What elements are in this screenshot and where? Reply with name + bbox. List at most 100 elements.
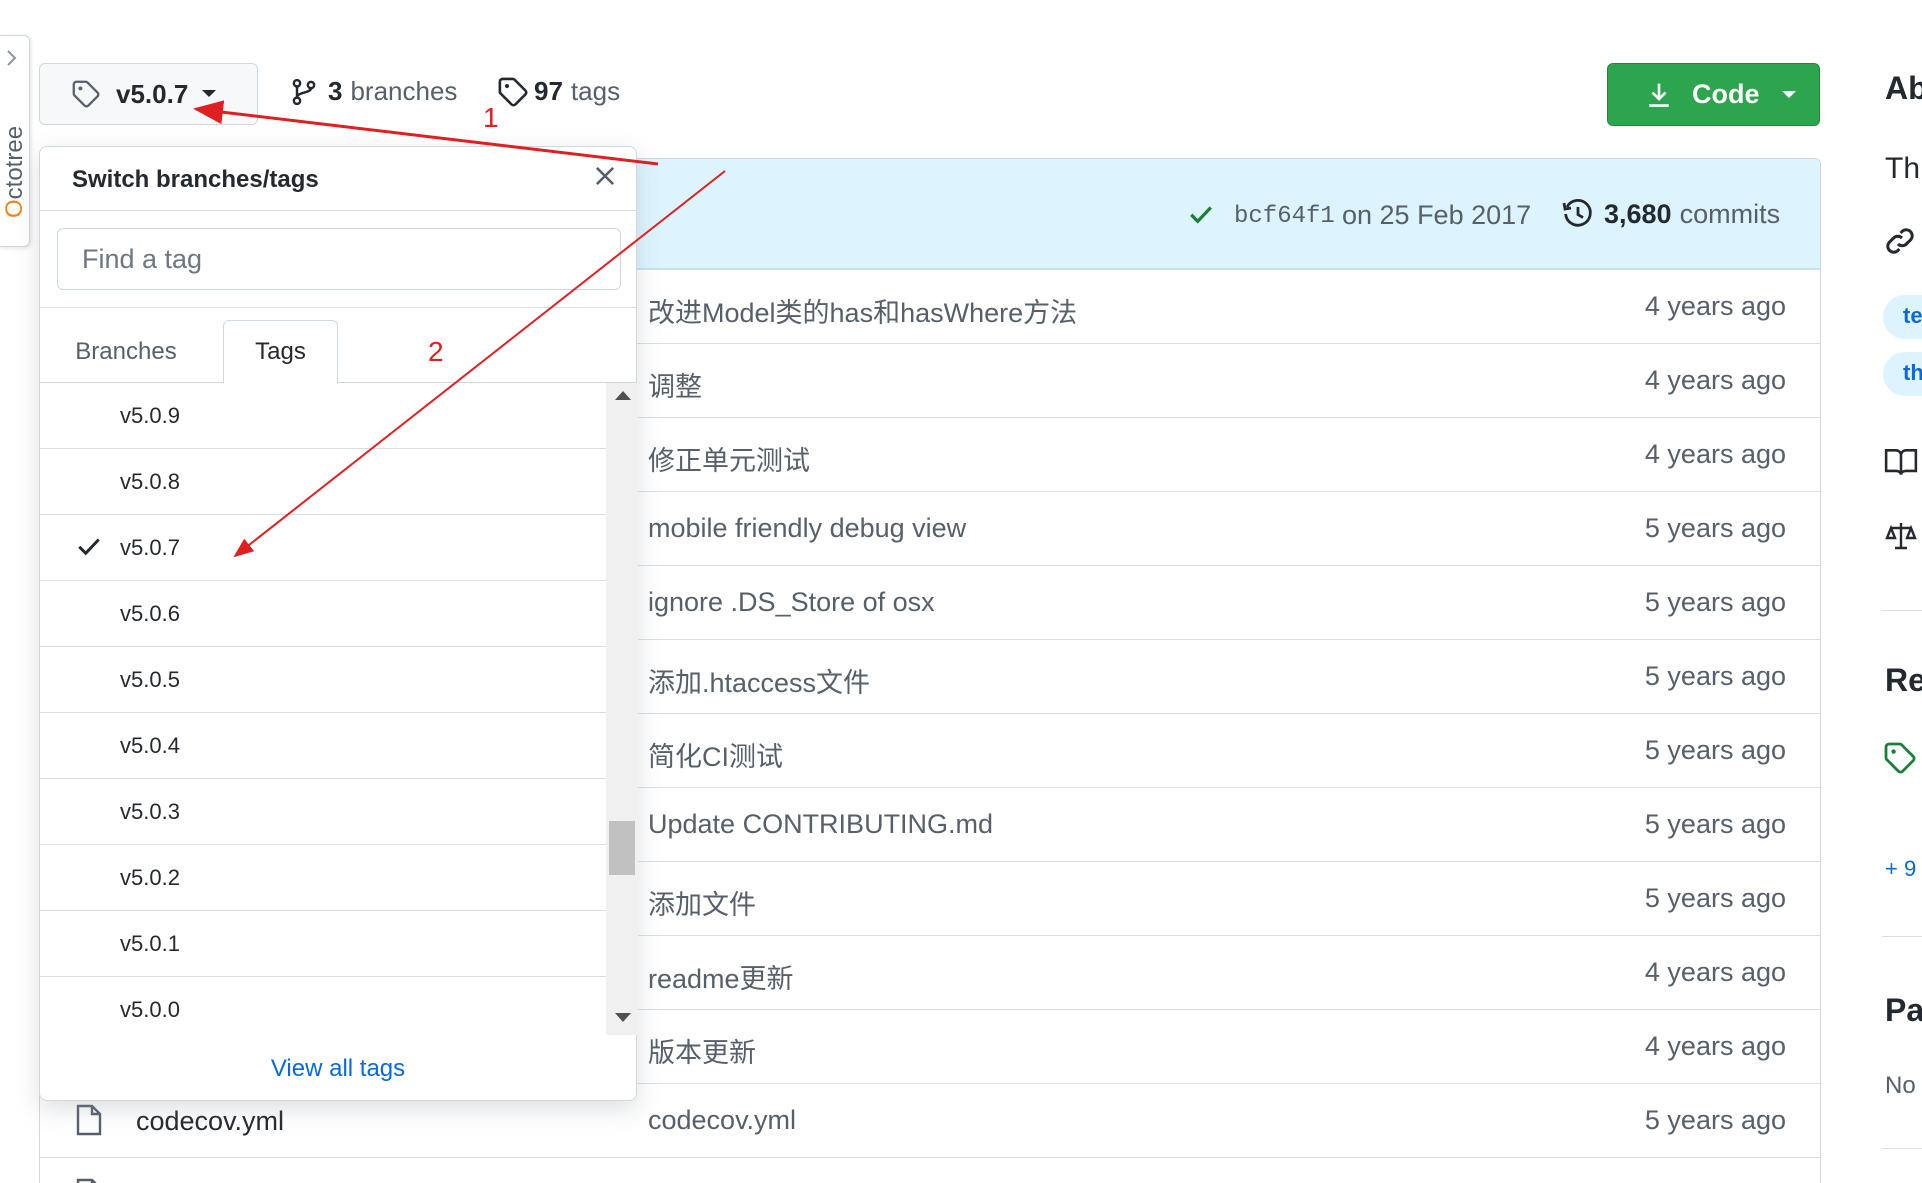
tag-item[interactable]: v5.0.2 (40, 845, 606, 911)
commit-message[interactable]: 修正单元测试 (648, 439, 810, 478)
tag-item[interactable]: v5.0.4 (40, 713, 606, 779)
ref-selector-button[interactable]: v5.0.7 (39, 63, 258, 125)
file-icon (76, 1104, 102, 1136)
tag-item[interactable]: v5.0.9 (40, 383, 606, 449)
chevron-right-icon (7, 50, 17, 66)
branches-label: branches (350, 76, 458, 106)
commits-count: 3,680 (1604, 198, 1672, 229)
commit-message[interactable]: 版本更新 (648, 1031, 756, 1070)
scroll-up-arrow-icon[interactable] (615, 391, 631, 400)
packages-heading: Pa (1885, 992, 1922, 1028)
topic-tag[interactable]: te (1883, 295, 1922, 339)
commit-message[interactable]: ignore .DS_Store of osx (648, 587, 935, 618)
tag-item[interactable]: v5.0.6 (40, 581, 606, 647)
commit-age: 4 years ago (1644, 439, 1786, 469)
file-row[interactable] (40, 1157, 1820, 1183)
commit-date: on 25 Feb 2017 (1342, 200, 1532, 230)
tag-name: v5.0.3 (120, 799, 180, 824)
branches-count: 3 (328, 76, 343, 106)
tags-link[interactable]: 97 tags (498, 76, 620, 107)
scroll-down-arrow-icon[interactable] (615, 1013, 631, 1022)
tag-item[interactable]: v5.0.5 (40, 647, 606, 713)
history-icon (1562, 199, 1592, 227)
commit-message[interactable]: 添加文件 (648, 883, 756, 922)
tag-name: v5.0.2 (120, 865, 180, 890)
tag-search-input[interactable] (57, 228, 621, 290)
commit-message[interactable]: mobile friendly debug view (648, 513, 966, 544)
sidebar-divider (1882, 936, 1922, 937)
tag-list-scrollbar[interactable] (606, 383, 638, 1035)
tag-icon (72, 80, 100, 108)
tag-item[interactable]: v5.0.8 (40, 449, 606, 515)
about-heading: Ab (1885, 70, 1922, 106)
git-branch-icon (292, 78, 316, 105)
download-icon (1649, 83, 1669, 107)
dropdown-tabs: Branches Tags (40, 308, 636, 384)
commit-age: 5 years ago (1644, 809, 1786, 839)
repo-description: Th (1885, 152, 1921, 185)
commits-label: commits (1679, 198, 1781, 229)
tags-label: tags (570, 76, 621, 106)
scrollbar-thumb[interactable] (609, 821, 635, 875)
book-icon (1884, 449, 1918, 475)
view-all-tags-link[interactable]: View all tags (271, 1055, 405, 1083)
tab-tags[interactable]: Tags (223, 320, 338, 384)
ref-selector-dropdown: Switch branches/tags Branches Tags v5.0.… (39, 146, 638, 1101)
tag-item-selected[interactable]: v5.0.7 (40, 515, 606, 581)
annotation-number-2: 2 (428, 336, 444, 367)
more-releases-link[interactable]: + 9 (1885, 856, 1916, 882)
check-icon (1190, 206, 1212, 224)
dropdown-filter (40, 211, 636, 308)
tag-name: v5.0.5 (120, 667, 180, 692)
tag-list: v5.0.9 v5.0.8 v5.0.7 v5.0.6 v5.0.5 v5.0.… (40, 383, 606, 1031)
tag-name: v5.0.4 (120, 733, 180, 758)
commit-message[interactable]: readme更新 (648, 957, 794, 996)
commit-message[interactable]: 改进Model类的has和hasWhere方法 (648, 291, 1077, 330)
commit-age: 5 years ago (1644, 661, 1786, 691)
annotation-number-1: 1 (483, 102, 499, 133)
commit-age: 4 years ago (1644, 957, 1786, 987)
tag-name: v5.0.0 (120, 997, 180, 1022)
commit-message[interactable]: 调整 (648, 365, 702, 404)
commit-age: 5 years ago (1644, 587, 1786, 617)
tab-branches[interactable]: Branches (56, 320, 196, 384)
link-icon[interactable] (1884, 225, 1916, 257)
dropdown-footer: View all tags (40, 1035, 636, 1101)
commit-message[interactable]: Update CONTRIBUTING.md (648, 809, 993, 840)
commits-link[interactable]: 3,680 commits (1562, 198, 1780, 230)
commit-age: 4 years ago (1644, 291, 1786, 321)
commit-age: 5 years ago (1644, 1105, 1786, 1135)
commit-message[interactable]: 添加.htaccess文件 (648, 661, 870, 700)
commit-sha-link[interactable]: bcf64f1 (1234, 203, 1335, 230)
caret-down-icon (1781, 90, 1796, 98)
tag-item[interactable]: v5.0.1 (40, 911, 606, 977)
commit-age: 5 years ago (1644, 735, 1786, 765)
file-name-link[interactable]: codecov.yml (136, 1106, 284, 1137)
dropdown-title: Switch branches/tags (72, 166, 319, 193)
topic-tag[interactable]: th (1883, 352, 1922, 396)
sidebar-divider (1882, 610, 1922, 611)
sidebar-divider (1882, 1148, 1922, 1149)
dropdown-header: Switch branches/tags (40, 147, 636, 211)
file-icon (76, 1178, 97, 1183)
tag-icon (1884, 742, 1916, 774)
commit-age: 5 years ago (1644, 513, 1786, 543)
law-scale-icon (1885, 523, 1917, 550)
tags-count: 97 (534, 76, 563, 106)
releases-heading: Re (1885, 662, 1922, 698)
close-icon[interactable] (592, 163, 618, 189)
tag-item[interactable]: v5.0.0 (40, 977, 606, 1031)
caret-down-icon (202, 90, 217, 97)
current-ref-label: v5.0.7 (116, 78, 189, 109)
commit-message[interactable]: 简化CI测试 (648, 735, 783, 774)
tag-name: v5.0.1 (120, 931, 180, 956)
tag-name: v5.0.6 (120, 601, 180, 626)
tag-name: v5.0.9 (120, 403, 180, 428)
branches-link[interactable]: 3 branches (290, 76, 457, 107)
octotree-toggle[interactable]: Octotree (0, 35, 30, 247)
code-button[interactable]: Code (1607, 63, 1820, 126)
code-button-label: Code (1692, 79, 1760, 109)
commit-message[interactable]: codecov.yml (648, 1105, 796, 1136)
tag-item[interactable]: v5.0.3 (40, 779, 606, 845)
commit-age: 4 years ago (1644, 365, 1786, 395)
